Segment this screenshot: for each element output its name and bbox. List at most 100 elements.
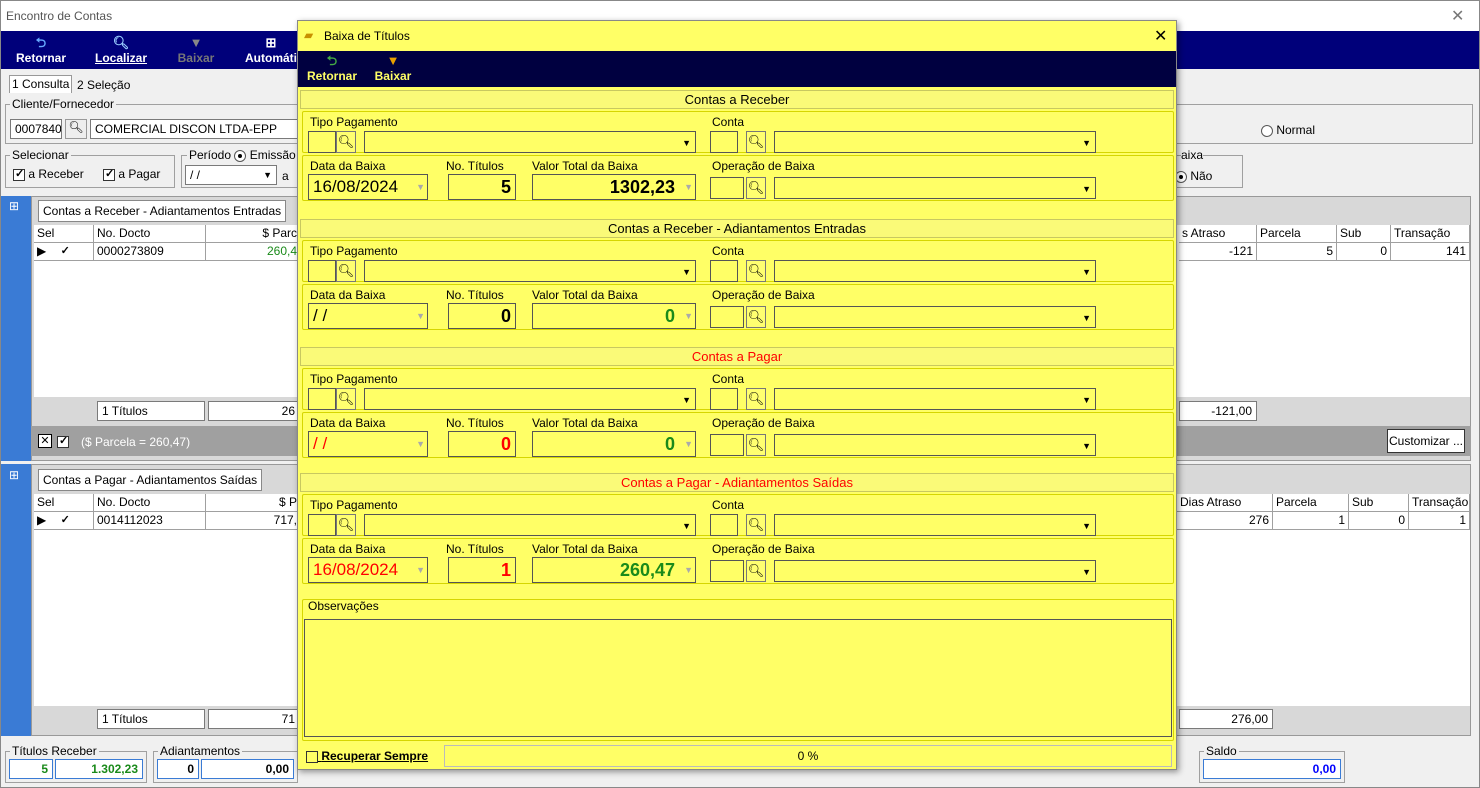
header-atraso[interactable]: s Atraso [1179, 225, 1257, 243]
header-sub[interactable]: Sub [1337, 225, 1391, 243]
header-parcela-val[interactable]: $ P [206, 494, 301, 512]
header-transacao[interactable]: Transação [1409, 494, 1470, 512]
data-baixa-field[interactable]: 16/08/2024 ▼ [308, 174, 428, 200]
operacao-search-button[interactable]: 🔍︎ [746, 560, 766, 582]
baixa-group-label: aixa [1181, 148, 1204, 162]
pagar-grid-tab[interactable]: Contas a Pagar - Adiantamentos Saídas [38, 469, 263, 491]
cliente-search-button[interactable]: 🔍︎ [65, 119, 87, 139]
tipo-code-field[interactable] [308, 260, 336, 282]
row-atraso: -121 [1179, 243, 1257, 261]
header-parcela-val[interactable]: $ Parc [206, 225, 301, 243]
customizar-button[interactable]: Customizar ... [1387, 429, 1465, 453]
conta-search-button[interactable]: 🔍︎ [746, 514, 766, 536]
localizar-button[interactable]: 🔍︎ Localizar [89, 35, 153, 65]
tipo-code-field[interactable] [308, 388, 336, 410]
data-baixa-field[interactable]: / / ▼ [308, 303, 428, 329]
section-header: Contas a Receber [300, 90, 1174, 109]
header-docto[interactable]: No. Docto [94, 494, 206, 512]
tipo-label: Tipo Pagamento [310, 244, 398, 258]
conta-search-button[interactable]: 🔍︎ [746, 260, 766, 282]
valor-total-field: 0 ▼ [532, 431, 696, 457]
header-sel[interactable]: Sel [34, 225, 94, 243]
chevron-down-icon: ▼ [684, 439, 693, 449]
conta-code-field[interactable] [710, 388, 738, 410]
conta-dropdown[interactable]: ▼ [774, 131, 1096, 153]
retornar-button[interactable]: ⮌ Retornar [11, 35, 71, 65]
chevron-down-icon: ▼ [416, 565, 425, 575]
radio-nao[interactable]: Não [1175, 169, 1212, 183]
search-icon: 🔍︎ [337, 391, 355, 406]
operacao-dropdown[interactable]: ▼ [774, 560, 1096, 582]
observacoes-textarea[interactable] [304, 619, 1172, 737]
row-parcela: 5 [1257, 243, 1337, 261]
tipo-search-button[interactable]: 🔍︎ [336, 388, 356, 410]
tipo-search-button[interactable]: 🔍︎ [336, 514, 356, 536]
header-docto[interactable]: No. Docto [94, 225, 206, 243]
grid-settings-icon[interactable]: ⊞ [9, 468, 19, 482]
grid-settings-icon[interactable]: ⊞ [9, 199, 19, 213]
periodo-a-label: a [282, 169, 289, 183]
valor-label: Valor Total da Baixa [532, 159, 638, 173]
tipo-search-button[interactable]: 🔍︎ [336, 260, 356, 282]
tipo-search-button[interactable]: 🔍︎ [336, 131, 356, 153]
cliente-code-field[interactable]: 0007840 [10, 119, 62, 139]
conta-code-field[interactable] [710, 131, 738, 153]
tipo-dropdown[interactable]: ▼ [364, 514, 696, 536]
radio-normal[interactable]: Normal [1261, 123, 1315, 137]
tab-selecao[interactable]: 2 Seleção [77, 77, 130, 93]
row-docto: 0000273809 [94, 243, 206, 261]
header-atraso[interactable]: Dias Atraso [1177, 494, 1273, 512]
header-parcela[interactable]: Parcela [1257, 225, 1337, 243]
tipo-code-field[interactable] [308, 131, 336, 153]
periodo-from-field[interactable]: / / ▼ [185, 165, 277, 185]
tipo-dropdown[interactable]: ▼ [364, 131, 696, 153]
close-icon[interactable]: ✕ [1451, 6, 1464, 26]
operacao-dropdown[interactable]: ▼ [774, 177, 1096, 199]
pagar-checkbox[interactable]: a Pagar [103, 167, 160, 181]
recuperar-checkbox[interactable]: Recuperar Sempre [306, 749, 428, 763]
data-baixa-field[interactable]: 16/08/2024 ▼ [308, 557, 428, 583]
select-all-checkbox[interactable] [57, 434, 69, 448]
operacao-dropdown[interactable]: ▼ [774, 306, 1096, 328]
conta-dropdown[interactable]: ▼ [774, 260, 1096, 282]
receber-grid-tab[interactable]: Contas a Receber - Adiantamentos Entrada… [38, 200, 287, 222]
header-parcela[interactable]: Parcela [1273, 494, 1349, 512]
chevron-down-icon: ▼ [1082, 184, 1091, 194]
conta-code-field[interactable] [710, 260, 738, 282]
header-sub[interactable]: Sub [1349, 494, 1409, 512]
tab-consulta[interactable]: 1 Consulta [9, 75, 73, 93]
conta-search-button[interactable]: 🔍︎ [746, 388, 766, 410]
operacao-code-field[interactable] [710, 560, 744, 582]
dialog-retornar-button[interactable]: ⮌ Retornar [302, 53, 362, 83]
dialog-baixar-button[interactable]: ▼ Baixar [370, 53, 416, 83]
deselect-all-checkbox[interactable]: ✕ [38, 434, 52, 448]
search-icon: 🔍︎ [747, 263, 765, 278]
conta-search-button[interactable]: 🔍︎ [746, 131, 766, 153]
tipo-code-field[interactable] [308, 514, 336, 536]
operacao-search-button[interactable]: 🔍︎ [746, 306, 766, 328]
operacao-dropdown[interactable]: ▼ [774, 434, 1096, 456]
conta-dropdown[interactable]: ▼ [774, 388, 1096, 410]
tipo-dropdown[interactable]: ▼ [364, 260, 696, 282]
operacao-code-field[interactable] [710, 306, 744, 328]
operacao-search-button[interactable]: 🔍︎ [746, 177, 766, 199]
operacao-code-field[interactable] [710, 434, 744, 456]
dialog-toolbar: ⮌ Retornar ▼ Baixar [298, 51, 1176, 87]
operacao-search-button[interactable]: 🔍︎ [746, 434, 766, 456]
valor-label: Valor Total da Baixa [532, 416, 638, 430]
progress-bar: 0 % [444, 745, 1172, 767]
receber-checkbox[interactable]: a Receber [13, 167, 84, 181]
table-row[interactable]: ▶ [34, 243, 94, 261]
header-sel[interactable]: Sel [34, 494, 94, 512]
conta-code-field[interactable] [710, 514, 738, 536]
header-transacao[interactable]: Transação [1391, 225, 1470, 243]
table-row[interactable]: ▶ [34, 512, 94, 530]
conta-dropdown[interactable]: ▼ [774, 514, 1096, 536]
baixar-button[interactable]: ▼ Baixar [171, 35, 221, 65]
operacao-code-field[interactable] [710, 177, 744, 199]
tipo-dropdown[interactable]: ▼ [364, 388, 696, 410]
data-baixa-field[interactable]: / / ▼ [308, 431, 428, 457]
automatico-button[interactable]: ⊞ Automáti [241, 35, 301, 65]
chevron-down-icon: ▼ [684, 182, 693, 192]
close-icon[interactable]: ✕ [1154, 26, 1167, 46]
